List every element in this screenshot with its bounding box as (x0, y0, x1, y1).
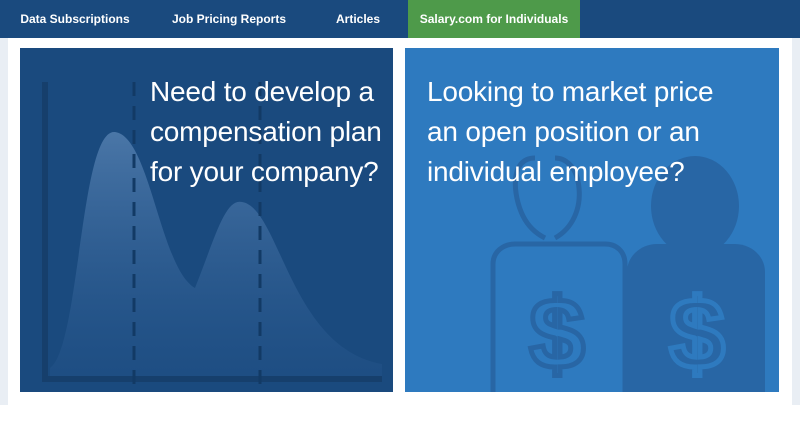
card-left-line-1: Need to develop a (150, 76, 374, 107)
svg-text:$: $ (529, 278, 585, 390)
market-price-text: Looking to market price an open position… (427, 72, 767, 192)
card-left-line-2: compensation plan (150, 116, 382, 147)
nav-item-data-subscriptions[interactable]: Data Subscriptions (0, 0, 150, 38)
compensation-plan-text: Need to develop a compensation plan for … (150, 72, 390, 192)
top-navbar: Data Subscriptions Job Pricing Reports A… (0, 0, 800, 38)
card-right-line-2: an open position or an (427, 116, 700, 147)
nav-item-job-pricing-reports[interactable]: Job Pricing Reports (150, 0, 308, 38)
compensation-plan-card[interactable]: Need to develop a compensation plan for … (20, 48, 393, 392)
svg-text:$: $ (669, 278, 725, 390)
card-right-line-3: individual employee? (427, 156, 685, 187)
market-price-card[interactable]: $ $ Looking to market price an open posi… (405, 48, 779, 392)
nav-item-salary-for-individuals[interactable]: Salary.com for Individuals (408, 0, 580, 38)
card-right-line-1: Looking to market price (427, 76, 714, 107)
card-left-line-3: for your company? (150, 156, 379, 187)
nav-item-articles[interactable]: Articles (308, 0, 408, 38)
